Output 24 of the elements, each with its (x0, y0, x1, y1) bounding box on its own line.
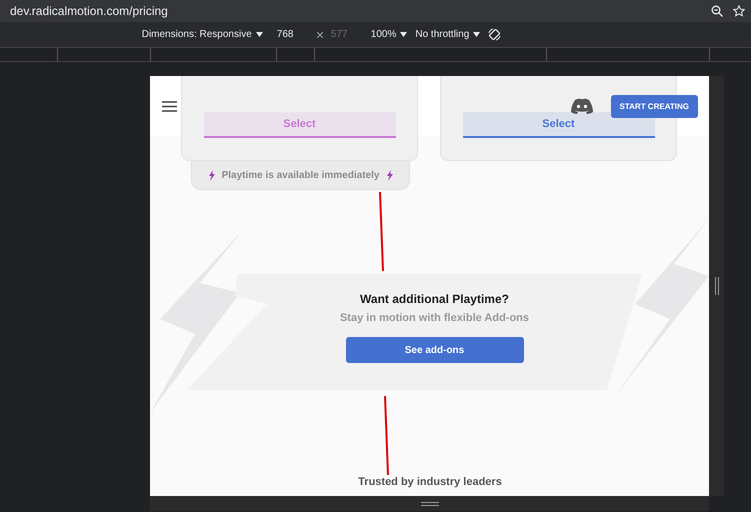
availability-text: Playtime is available immediately (222, 170, 380, 180)
lightning-bolt-icon (208, 170, 215, 180)
controller-face-icon[interactable] (570, 98, 593, 114)
caret-icon (473, 32, 480, 37)
resize-handle-icon[interactable] (714, 277, 718, 295)
addons-title: Want additional Playtime? (360, 292, 509, 306)
lightning-bolt-icon (386, 170, 394, 180)
zoom-icon[interactable] (711, 5, 723, 17)
height-input[interactable]: 577 (330, 29, 363, 40)
menu-icon[interactable] (162, 100, 177, 112)
addons-subtitle: Stay in motion with flexible Add-ons (340, 312, 530, 324)
resize-handle-icon[interactable] (420, 502, 438, 506)
throttling-dropdown[interactable]: No throttling (415, 29, 480, 40)
trusted-heading: Trusted by industry leaders (357, 476, 503, 488)
star-icon[interactable] (733, 5, 745, 17)
rotate-icon[interactable] (488, 28, 502, 41)
caret-icon (256, 32, 263, 37)
caret-icon (400, 32, 408, 37)
times-icon (316, 32, 323, 38)
zoom-dropdown[interactable]: 100% (370, 29, 408, 40)
start-creating-button[interactable]: START CREATING (610, 94, 698, 118)
see-addons-button[interactable]: See add-ons (346, 337, 524, 363)
dimensions-dropdown[interactable]: Dimensions: Responsive (142, 29, 263, 40)
width-input[interactable]: 768 (276, 29, 309, 40)
